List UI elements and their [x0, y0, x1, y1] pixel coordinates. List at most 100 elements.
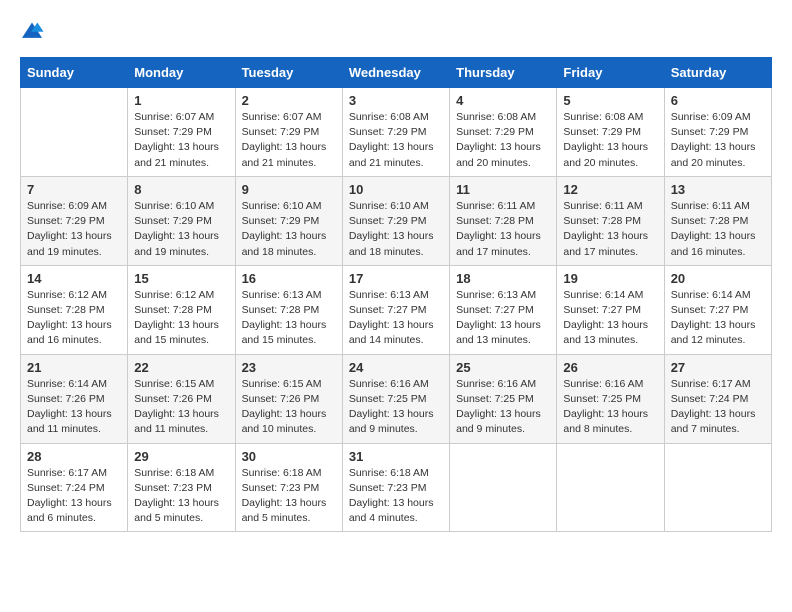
calendar-table: SundayMondayTuesdayWednesdayThursdayFrid…	[20, 57, 772, 532]
day-info: Sunrise: 6:08 AMSunset: 7:29 PMDaylight:…	[563, 110, 657, 171]
calendar-cell	[557, 443, 664, 532]
calendar-cell: 11 Sunrise: 6:11 AMSunset: 7:28 PMDayligh…	[450, 176, 557, 265]
day-number: 5	[563, 93, 657, 108]
day-number: 16	[242, 271, 336, 286]
calendar-cell: 28 Sunrise: 6:17 AMSunset: 7:24 PMDayligh…	[21, 443, 128, 532]
calendar-cell: 2 Sunrise: 6:07 AMSunset: 7:29 PMDaylight…	[235, 88, 342, 177]
day-info: Sunrise: 6:12 AMSunset: 7:28 PMDaylight:…	[27, 288, 121, 349]
day-number: 29	[134, 449, 228, 464]
calendar-cell: 17 Sunrise: 6:13 AMSunset: 7:27 PMDayligh…	[342, 265, 449, 354]
calendar-cell: 20Sunrise: 6:14 AMSunset: 7:27 PMDayligh…	[664, 265, 771, 354]
calendar-cell: 5 Sunrise: 6:08 AMSunset: 7:29 PMDaylight…	[557, 88, 664, 177]
calendar-cell: 22 Sunrise: 6:15 AMSunset: 7:26 PMDayligh…	[128, 354, 235, 443]
day-number: 15	[134, 271, 228, 286]
day-info: Sunrise: 6:07 AMSunset: 7:29 PMDaylight:…	[242, 110, 336, 171]
page-header	[20, 20, 772, 41]
week-row-2: 7Sunrise: 6:09 AMSunset: 7:29 PMDaylight…	[21, 176, 772, 265]
calendar-cell: 29 Sunrise: 6:18 AMSunset: 7:23 PMDayligh…	[128, 443, 235, 532]
logo	[20, 20, 48, 41]
day-header-sunday: Sunday	[21, 58, 128, 88]
day-number: 12	[563, 182, 657, 197]
day-number: 28	[27, 449, 121, 464]
calendar-cell	[664, 443, 771, 532]
logo-icon	[20, 21, 44, 41]
day-number: 8	[134, 182, 228, 197]
week-row-3: 14Sunrise: 6:12 AMSunset: 7:28 PMDayligh…	[21, 265, 772, 354]
day-info: Sunrise: 6:08 AMSunset: 7:29 PMDaylight:…	[349, 110, 443, 171]
day-number: 2	[242, 93, 336, 108]
day-info: Sunrise: 6:14 AMSunset: 7:26 PMDaylight:…	[27, 377, 121, 438]
calendar-cell: 25 Sunrise: 6:16 AMSunset: 7:25 PMDayligh…	[450, 354, 557, 443]
day-number: 4	[456, 93, 550, 108]
day-info: Sunrise: 6:15 AMSunset: 7:26 PMDaylight:…	[242, 377, 336, 438]
day-number: 17	[349, 271, 443, 286]
day-number: 27	[671, 360, 765, 375]
calendar-cell: 13 Sunrise: 6:11 AMSunset: 7:28 PMDayligh…	[664, 176, 771, 265]
day-info: Sunrise: 6:14 AMSunset: 7:27 PMDaylight:…	[563, 288, 657, 349]
day-number: 13	[671, 182, 765, 197]
day-number: 7	[27, 182, 121, 197]
day-header-tuesday: Tuesday	[235, 58, 342, 88]
calendar-cell: 30Sunrise: 6:18 AMSunset: 7:23 PMDayligh…	[235, 443, 342, 532]
day-number: 10	[349, 182, 443, 197]
day-number: 3	[349, 93, 443, 108]
calendar-cell: 9 Sunrise: 6:10 AMSunset: 7:29 PMDaylight…	[235, 176, 342, 265]
day-number: 21	[27, 360, 121, 375]
calendar-body: 1 Sunrise: 6:07 AMSunset: 7:29 PMDaylight…	[21, 88, 772, 532]
day-info: Sunrise: 6:16 AMSunset: 7:25 PMDaylight:…	[563, 377, 657, 438]
day-number: 24	[349, 360, 443, 375]
calendar-cell: 15 Sunrise: 6:12 AMSunset: 7:28 PMDayligh…	[128, 265, 235, 354]
calendar-cell: 24 Sunrise: 6:16 AMSunset: 7:25 PMDayligh…	[342, 354, 449, 443]
day-info: Sunrise: 6:10 AMSunset: 7:29 PMDaylight:…	[134, 199, 228, 260]
day-info: Sunrise: 6:16 AMSunset: 7:25 PMDaylight:…	[349, 377, 443, 438]
calendar-cell: 21 Sunrise: 6:14 AMSunset: 7:26 PMDayligh…	[21, 354, 128, 443]
day-info: Sunrise: 6:11 AMSunset: 7:28 PMDaylight:…	[563, 199, 657, 260]
day-number: 18	[456, 271, 550, 286]
day-info: Sunrise: 6:10 AMSunset: 7:29 PMDaylight:…	[242, 199, 336, 260]
calendar-cell: 8 Sunrise: 6:10 AMSunset: 7:29 PMDaylight…	[128, 176, 235, 265]
day-number: 9	[242, 182, 336, 197]
day-number: 30	[242, 449, 336, 464]
day-number: 11	[456, 182, 550, 197]
day-info: Sunrise: 6:07 AMSunset: 7:29 PMDaylight:…	[134, 110, 228, 171]
day-header-thursday: Thursday	[450, 58, 557, 88]
calendar-cell: 1 Sunrise: 6:07 AMSunset: 7:29 PMDaylight…	[128, 88, 235, 177]
calendar-cell: 26 Sunrise: 6:16 AMSunset: 7:25 PMDayligh…	[557, 354, 664, 443]
calendar-cell: 19 Sunrise: 6:14 AMSunset: 7:27 PMDayligh…	[557, 265, 664, 354]
day-info: Sunrise: 6:11 AMSunset: 7:28 PMDaylight:…	[456, 199, 550, 260]
day-info: Sunrise: 6:14 AMSunset: 7:27 PMDaylight:…	[671, 288, 765, 349]
calendar-cell: 23Sunrise: 6:15 AMSunset: 7:26 PMDayligh…	[235, 354, 342, 443]
day-info: Sunrise: 6:10 AMSunset: 7:29 PMDaylight:…	[349, 199, 443, 260]
day-info: Sunrise: 6:08 AMSunset: 7:29 PMDaylight:…	[456, 110, 550, 171]
calendar-cell	[21, 88, 128, 177]
day-info: Sunrise: 6:18 AMSunset: 7:23 PMDaylight:…	[349, 466, 443, 527]
day-number: 6	[671, 93, 765, 108]
calendar-cell: 12 Sunrise: 6:11 AMSunset: 7:28 PMDayligh…	[557, 176, 664, 265]
day-info: Sunrise: 6:11 AMSunset: 7:28 PMDaylight:…	[671, 199, 765, 260]
calendar-cell: 3 Sunrise: 6:08 AMSunset: 7:29 PMDaylight…	[342, 88, 449, 177]
day-header-saturday: Saturday	[664, 58, 771, 88]
calendar-cell: 4 Sunrise: 6:08 AMSunset: 7:29 PMDaylight…	[450, 88, 557, 177]
day-number: 25	[456, 360, 550, 375]
week-row-4: 21 Sunrise: 6:14 AMSunset: 7:26 PMDayligh…	[21, 354, 772, 443]
day-info: Sunrise: 6:13 AMSunset: 7:27 PMDaylight:…	[349, 288, 443, 349]
calendar-cell: 10 Sunrise: 6:10 AMSunset: 7:29 PMDayligh…	[342, 176, 449, 265]
day-info: Sunrise: 6:12 AMSunset: 7:28 PMDaylight:…	[134, 288, 228, 349]
day-number: 26	[563, 360, 657, 375]
calendar-cell: 7Sunrise: 6:09 AMSunset: 7:29 PMDaylight…	[21, 176, 128, 265]
day-number: 1	[134, 93, 228, 108]
day-info: Sunrise: 6:09 AMSunset: 7:29 PMDaylight:…	[671, 110, 765, 171]
day-info: Sunrise: 6:13 AMSunset: 7:27 PMDaylight:…	[456, 288, 550, 349]
day-number: 22	[134, 360, 228, 375]
day-info: Sunrise: 6:17 AMSunset: 7:24 PMDaylight:…	[27, 466, 121, 527]
calendar-cell: 6 Sunrise: 6:09 AMSunset: 7:29 PMDaylight…	[664, 88, 771, 177]
day-header-friday: Friday	[557, 58, 664, 88]
day-info: Sunrise: 6:13 AMSunset: 7:28 PMDaylight:…	[242, 288, 336, 349]
day-info: Sunrise: 6:18 AMSunset: 7:23 PMDaylight:…	[134, 466, 228, 527]
day-info: Sunrise: 6:16 AMSunset: 7:25 PMDaylight:…	[456, 377, 550, 438]
day-info: Sunrise: 6:15 AMSunset: 7:26 PMDaylight:…	[134, 377, 228, 438]
calendar-cell: 18 Sunrise: 6:13 AMSunset: 7:27 PMDayligh…	[450, 265, 557, 354]
day-number: 19	[563, 271, 657, 286]
day-header-monday: Monday	[128, 58, 235, 88]
calendar-cell	[450, 443, 557, 532]
